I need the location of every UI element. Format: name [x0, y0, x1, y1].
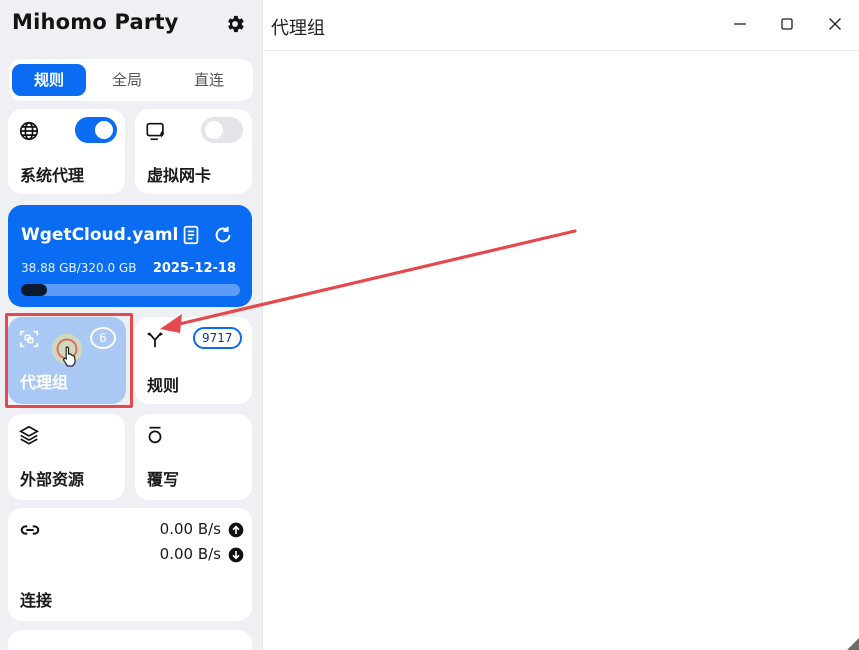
link-icon [20, 525, 40, 535]
upload-speed: 0.00 B/s [159, 520, 221, 538]
profile-usage: 38.88 GB/320.0 GB [21, 261, 137, 275]
tun-card[interactable]: 虚拟网卡 [135, 109, 252, 194]
tun-toggle[interactable] [201, 117, 243, 143]
system-proxy-card[interactable]: 系统代理 [8, 109, 125, 194]
override-icon [148, 426, 162, 444]
upload-icon [228, 522, 244, 538]
gear-icon[interactable] [224, 13, 246, 35]
download-speed: 0.00 B/s [159, 545, 221, 563]
close-icon[interactable] [825, 14, 845, 34]
tun-icon [146, 122, 165, 141]
download-icon [228, 547, 244, 563]
tab-global-mode[interactable]: 全局 [86, 64, 168, 96]
title-divider [263, 50, 859, 51]
rules-count-badge: 9717 [193, 327, 242, 349]
tun-label: 虚拟网卡 [147, 166, 212, 185]
profile-name: WgetCloud.yaml [21, 225, 179, 245]
system-proxy-toggle[interactable] [75, 117, 117, 143]
page-title: 代理组 [271, 18, 325, 39]
maximize-icon[interactable] [777, 14, 797, 34]
layers-icon [19, 425, 39, 445]
connections-label: 连接 [20, 591, 53, 610]
override-card[interactable]: 覆写 [135, 414, 252, 500]
traffic-progress-bar [21, 284, 240, 296]
tab-direct-mode[interactable]: 直连 [168, 64, 250, 96]
override-label: 覆写 [147, 470, 180, 489]
globe-icon [19, 121, 39, 141]
rules-icon [147, 332, 163, 348]
tab-rule-mode[interactable]: 规则 [12, 64, 86, 96]
rules-card[interactable]: 9717 规则 [135, 317, 252, 404]
resize-grip[interactable] [847, 638, 859, 650]
next-card-partial[interactable] [8, 630, 252, 650]
resources-card[interactable]: 外部资源 [8, 414, 125, 500]
document-icon[interactable] [180, 224, 202, 246]
rules-label: 规则 [147, 376, 180, 395]
mode-tabs: 规则 全局 直连 [9, 59, 253, 101]
resources-label: 外部资源 [20, 470, 85, 489]
app-title: Mihomo Party [12, 10, 179, 34]
profile-expire-date: 2025-12-18 [152, 261, 236, 276]
refresh-icon[interactable] [212, 224, 234, 246]
system-proxy-label: 系统代理 [20, 166, 85, 185]
minimize-icon[interactable] [730, 14, 750, 34]
highlight-box [5, 313, 133, 408]
connections-card[interactable]: 0.00 B/s 0.00 B/s 连接 [8, 508, 252, 621]
main-pane: 代理组 [262, 0, 859, 650]
profile-card[interactable]: WgetCloud.yaml 38.88 GB/320.0 GB 2025-12… [8, 205, 252, 307]
